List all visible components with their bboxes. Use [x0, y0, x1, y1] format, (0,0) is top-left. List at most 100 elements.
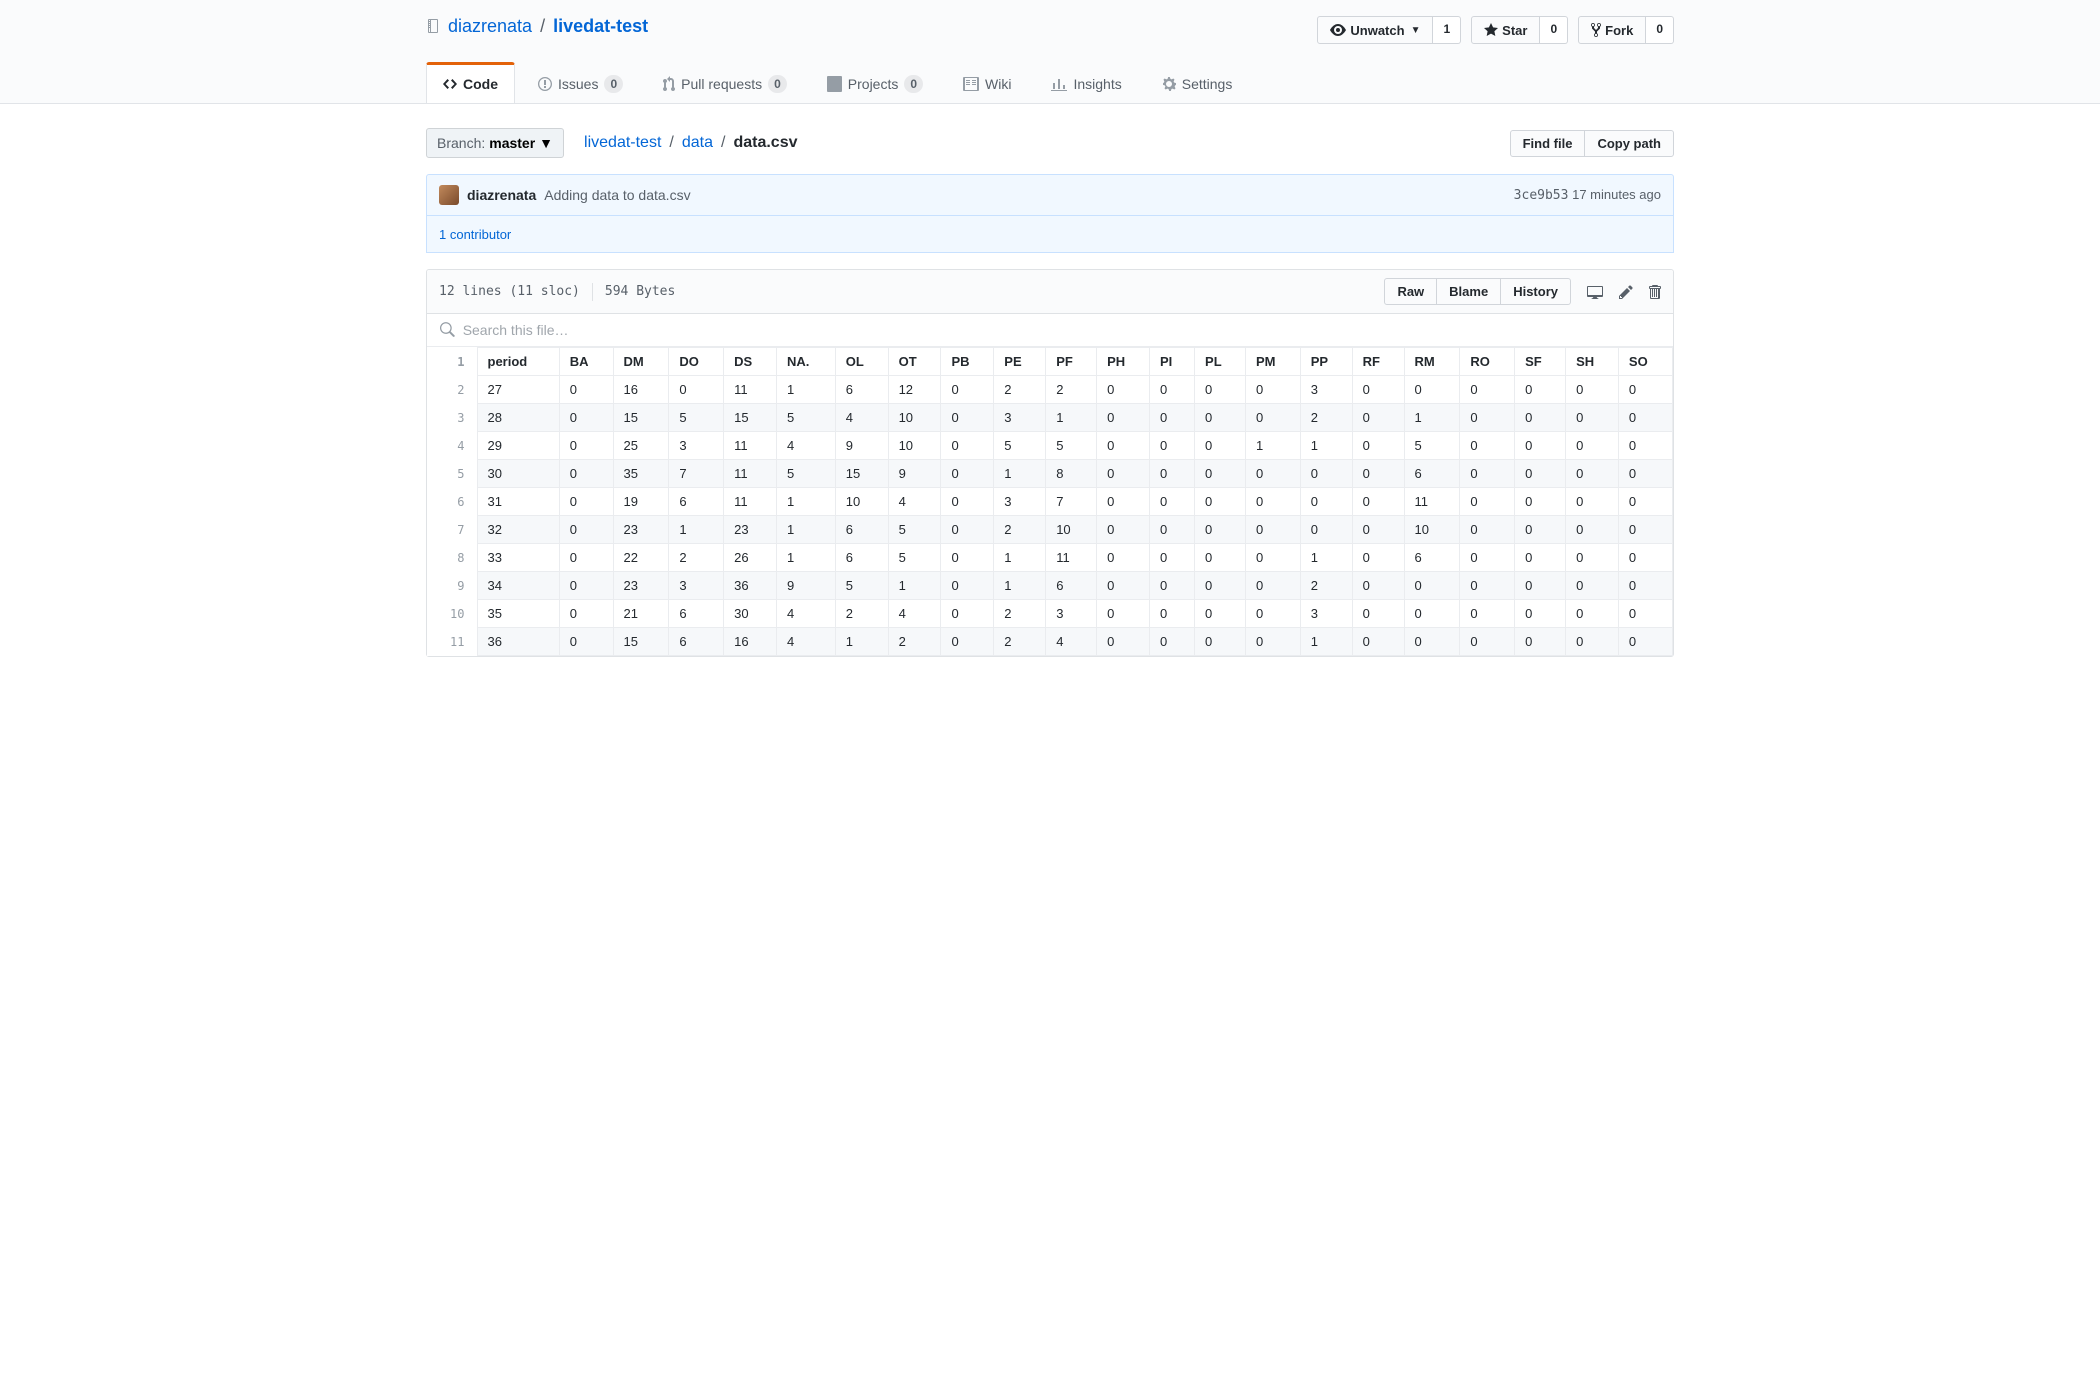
csv-cell: 0 [1245, 488, 1300, 516]
copy-path-button[interactable]: Copy path [1584, 130, 1674, 157]
csv-cell: 6 [1404, 544, 1460, 572]
csv-cell: 0 [1566, 544, 1619, 572]
csv-cell: 11 [724, 432, 777, 460]
csv-cell: 7 [669, 460, 724, 488]
contributors-link[interactable]: 1 contributor [439, 227, 511, 242]
commit-author[interactable]: diazrenata [467, 187, 536, 203]
lineno: 6 [427, 488, 477, 516]
csv-cell: 0 [1149, 628, 1194, 656]
star-button[interactable]: Star [1471, 16, 1540, 44]
eye-icon [1330, 22, 1346, 38]
csv-cell: 1 [994, 460, 1046, 488]
csv-cell: 0 [1618, 572, 1672, 600]
csv-cell: 6 [835, 544, 888, 572]
csv-cell: 0 [1515, 488, 1566, 516]
csv-cell: 0 [1566, 628, 1619, 656]
csv-cell: 2 [835, 600, 888, 628]
csv-cell: 9 [835, 432, 888, 460]
tab-wiki-label: Wiki [985, 76, 1011, 92]
csv-cell: 0 [1097, 404, 1150, 432]
breadcrumb-root[interactable]: livedat-test [584, 134, 661, 152]
csv-cell: 1 [1300, 544, 1352, 572]
commit-sha[interactable]: 3ce9b53 [1514, 188, 1569, 203]
csv-cell: 4 [777, 600, 836, 628]
tab-pulls-label: Pull requests [681, 76, 762, 92]
csv-cell: 0 [559, 488, 613, 516]
csv-cell: 10 [888, 432, 941, 460]
commit-message[interactable]: Adding data to data.csv [544, 187, 690, 203]
tab-issues[interactable]: Issues 0 [521, 62, 640, 103]
repo-owner-link[interactable]: diazrenata [448, 16, 532, 37]
csv-cell: 2 [994, 376, 1046, 404]
csv-cell: 6 [669, 628, 724, 656]
csv-cell: 0 [669, 376, 724, 404]
tab-pulls[interactable]: Pull requests 0 [646, 62, 804, 103]
desktop-icon[interactable] [1587, 284, 1603, 300]
csv-cell: 0 [1460, 600, 1515, 628]
find-file-button[interactable]: Find file [1510, 130, 1586, 157]
csv-cell: 0 [1097, 460, 1150, 488]
table-row: 7320231231650210000000100000 [427, 516, 1673, 544]
fork-count[interactable]: 0 [1646, 16, 1674, 44]
csv-cell: 15 [724, 404, 777, 432]
star-label: Star [1502, 23, 1527, 38]
csv-cell: 0 [1300, 460, 1352, 488]
csv-cell: 0 [1097, 628, 1150, 656]
csv-cell: 0 [1515, 572, 1566, 600]
gear-icon [1162, 76, 1176, 92]
csv-cell: 3 [669, 432, 724, 460]
csv-cell: 29 [477, 432, 559, 460]
star-count[interactable]: 0 [1540, 16, 1568, 44]
fork-label: Fork [1605, 23, 1633, 38]
branch-select[interactable]: Branch: master ▼ [426, 128, 564, 158]
csv-cell: 26 [724, 544, 777, 572]
csv-cell: 0 [941, 516, 994, 544]
csv-cell: 23 [724, 516, 777, 544]
watch-count[interactable]: 1 [1433, 16, 1461, 44]
watch-button[interactable]: Unwatch ▼ [1317, 16, 1433, 44]
tab-insights[interactable]: Insights [1034, 62, 1138, 103]
csv-cell: 9 [777, 572, 836, 600]
csv-cell: 1 [1404, 404, 1460, 432]
slash-sep: / [540, 16, 545, 37]
tab-settings[interactable]: Settings [1145, 62, 1250, 103]
csv-header-cell: PH [1097, 348, 1150, 376]
csv-cell: 3 [994, 488, 1046, 516]
csv-cell: 1 [1300, 628, 1352, 656]
tab-code-label: Code [463, 76, 498, 92]
csv-cell: 1 [888, 572, 941, 600]
csv-cell: 0 [1245, 404, 1300, 432]
tab-code[interactable]: Code [426, 62, 515, 103]
csv-cell: 8 [1046, 460, 1097, 488]
csv-cell: 0 [1515, 516, 1566, 544]
file-search-input[interactable] [463, 322, 1661, 338]
csv-cell: 0 [1618, 516, 1672, 544]
trash-icon[interactable] [1649, 284, 1661, 300]
csv-cell: 1 [1046, 404, 1097, 432]
fork-button[interactable]: Fork [1578, 16, 1646, 44]
csv-cell: 0 [941, 460, 994, 488]
pencil-icon[interactable] [1619, 284, 1633, 300]
csv-cell: 0 [1404, 572, 1460, 600]
csv-cell: 25 [613, 432, 669, 460]
avatar[interactable] [439, 185, 459, 205]
tab-projects[interactable]: Projects 0 [810, 62, 940, 103]
csv-cell: 5 [669, 404, 724, 432]
csv-header-cell: PP [1300, 348, 1352, 376]
raw-button[interactable]: Raw [1384, 278, 1437, 305]
branch-name: master [489, 135, 535, 151]
csv-cell: 19 [613, 488, 669, 516]
tab-pulls-count: 0 [768, 75, 787, 93]
history-button[interactable]: History [1500, 278, 1571, 305]
csv-cell: 0 [1515, 600, 1566, 628]
csv-cell: 3 [994, 404, 1046, 432]
csv-cell: 9 [888, 460, 941, 488]
repo-name-link[interactable]: livedat-test [553, 16, 648, 37]
csv-cell: 1 [777, 488, 836, 516]
tab-wiki[interactable]: Wiki [946, 62, 1028, 103]
blame-button[interactable]: Blame [1436, 278, 1501, 305]
csv-cell: 0 [1515, 432, 1566, 460]
csv-cell: 0 [559, 544, 613, 572]
breadcrumb-folder[interactable]: data [682, 134, 713, 152]
search-icon [439, 322, 455, 338]
